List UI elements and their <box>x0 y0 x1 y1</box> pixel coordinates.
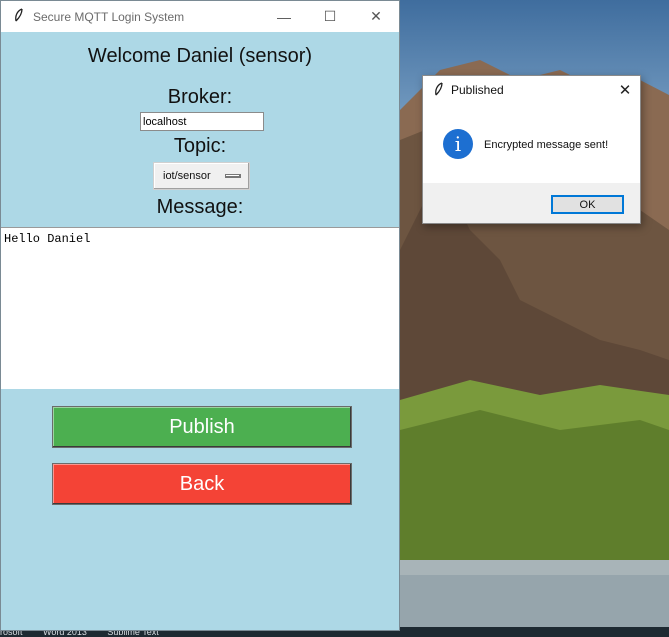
maximize-button[interactable]: ☐ <box>307 1 353 32</box>
dialog-title: Published <box>451 83 504 97</box>
minimize-button[interactable]: — <box>261 1 307 32</box>
ok-button[interactable]: OK <box>551 195 624 214</box>
publish-button[interactable]: Publish <box>52 406 352 448</box>
close-button[interactable]: ✕ <box>353 1 399 32</box>
message-label: Message: <box>156 196 244 218</box>
broker-label: Broker: <box>167 86 233 108</box>
broker-input[interactable] <box>140 112 264 131</box>
main-window: Secure MQTT Login System — ☐ ✕ Welcome D… <box>0 0 400 631</box>
title-bar[interactable]: Secure MQTT Login System — ☐ ✕ <box>1 1 399 32</box>
topic-selected-value: iot/sensor <box>163 170 211 182</box>
feather-icon <box>7 8 31 25</box>
message-textarea[interactable]: Hello Daniel <box>1 227 399 389</box>
topic-label: Topic: <box>173 135 227 157</box>
dropdown-indicator-icon <box>225 174 241 178</box>
info-icon: i <box>443 129 473 159</box>
back-button[interactable]: Back <box>52 463 352 505</box>
topic-dropdown[interactable]: iot/sensor <box>153 162 250 190</box>
dialog-message: Encrypted message sent! <box>484 139 609 151</box>
dialog-title-bar[interactable]: Published ✕ <box>423 76 640 104</box>
dialog-close-button[interactable]: ✕ <box>610 81 640 99</box>
welcome-heading: Welcome Daniel (sensor) <box>87 45 313 67</box>
window-title: Secure MQTT Login System <box>33 9 185 24</box>
feather-icon <box>429 81 449 99</box>
